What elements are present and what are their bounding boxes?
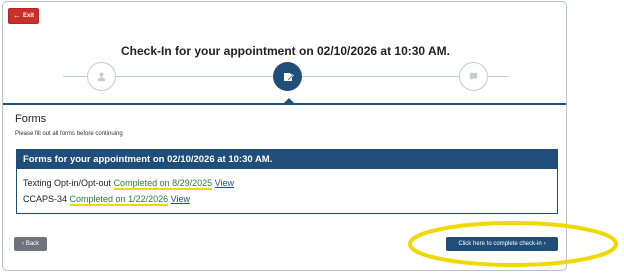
checkin-card: ← Exit Check-In for your appointment on … <box>2 1 567 271</box>
user-icon <box>97 72 106 82</box>
step-profile <box>87 62 116 91</box>
chevron-left-icon: ‹ <box>21 241 24 247</box>
forms-panel: Forms for your appointment on 02/10/2026… <box>16 149 558 214</box>
view-form-link[interactable]: View <box>215 178 234 188</box>
form-row: Texting Opt-in/Opt-out Completed on 8/29… <box>23 178 234 190</box>
back-button[interactable]: ‹ Back <box>14 237 47 251</box>
exit-button[interactable]: ← Exit <box>8 8 39 24</box>
form-status: Completed on 8/29/2025 <box>113 178 213 190</box>
form-row: CCAPS-34 Completed on 1/22/2026 View <box>23 194 190 206</box>
forms-instructions: Please fill out all forms before continu… <box>15 131 123 137</box>
form-status: Completed on 1/22/2026 <box>69 194 169 206</box>
view-form-link[interactable]: View <box>171 194 190 204</box>
arrow-left-icon: ← <box>12 11 21 20</box>
chevron-right-icon: › <box>543 241 546 247</box>
back-label: Back <box>25 241 40 247</box>
form-icon <box>283 72 294 81</box>
form-name: CCAPS-34 <box>23 194 68 204</box>
complete-checkin-label: Click here to complete check-in <box>458 241 542 247</box>
step-forms <box>273 62 302 91</box>
forms-heading: Forms <box>15 113 47 125</box>
message-icon <box>469 72 478 81</box>
section-divider <box>3 103 566 105</box>
exit-label: Exit <box>22 13 34 19</box>
complete-checkin-button[interactable]: Click here to complete check-in › <box>446 237 558 251</box>
forms-panel-title: Forms for your appointment on 02/10/2026… <box>17 150 557 169</box>
step-message <box>459 62 488 91</box>
checkin-title: Check-In for your appointment on 02/10/2… <box>121 44 450 58</box>
form-name: Texting Opt-in/Opt-out <box>23 178 112 188</box>
